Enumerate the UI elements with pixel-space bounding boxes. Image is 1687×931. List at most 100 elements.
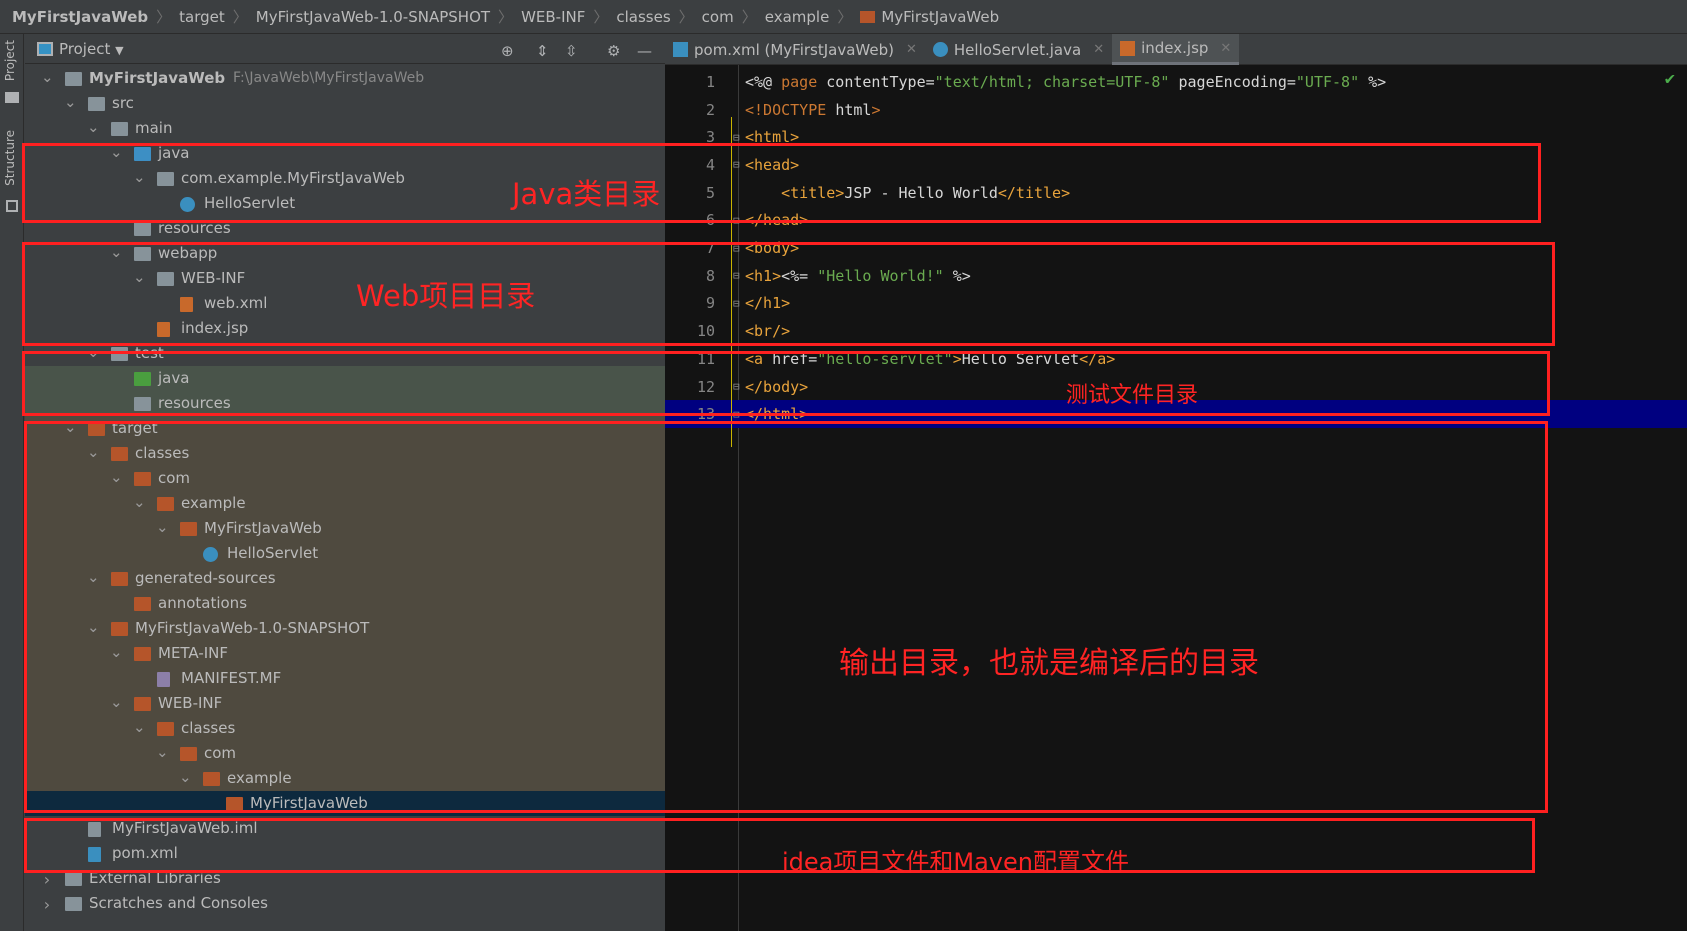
tree-item-folder[interactable]: ⌄ test [25,341,665,366]
structure-side-tab[interactable]: Structure [3,130,17,186]
tree-item-excluded-folder[interactable]: MyFirstJavaWeb [25,791,665,816]
chevron-down-icon[interactable]: ⌄ [156,743,169,761]
tree-item-jsp-file[interactable]: index.jsp [25,316,665,341]
chevron-down-icon[interactable]: ⌄ [156,518,169,536]
close-tab-icon[interactable]: ✕ [1093,42,1104,57]
chevron-down-icon[interactable]: ⌄ [64,418,77,436]
tree-item-excluded-folder[interactable]: ⌄ generated-sources [25,566,665,591]
code-line[interactable]: 2 <!DOCTYPE html> [665,96,1687,124]
tree-item-libraries[interactable]: › External Libraries [25,866,665,891]
fold-marker-icon[interactable]: ⊟ [733,214,740,227]
code-line[interactable]: 11 <a href="hello-servlet">Hello Servlet<… [665,345,1687,373]
chevron-down-icon[interactable]: ⌄ [87,118,100,136]
code-line[interactable]: 6 ⊟ </head> [665,207,1687,235]
chevron-down-icon[interactable]: ⌄ [87,568,100,586]
tree-item-excluded-folder[interactable]: ⌄ MyFirstJavaWeb [25,516,665,541]
breadcrumb-item[interactable]: classes [616,8,670,26]
minimize-icon[interactable]: — [637,42,652,60]
chevron-down-icon[interactable]: ⌄ [41,68,54,86]
tab-label: HelloServlet.java [953,40,1082,59]
code-line[interactable]: 10 <br/> [665,317,1687,345]
chevron-down-icon[interactable]: ⌄ [110,468,123,486]
code-line[interactable]: 1 <%@ page contentType="text/html; charse… [665,68,1687,96]
chevron-down-icon[interactable]: ⌄ [133,168,146,186]
fold-marker-icon[interactable]: ⊟ [733,408,740,421]
tree-item-folder[interactable]: ⌄ src [25,91,665,116]
tree-item-label: classes [135,444,190,462]
chevron-down-icon[interactable]: ⌄ [110,693,123,711]
fold-marker-icon[interactable]: ⊟ [733,269,740,282]
tree-item-test-resources-folder[interactable]: resources [25,391,665,416]
fold-marker-icon[interactable]: ⊟ [733,131,740,144]
tree-item-excluded-folder[interactable]: ⌄ WEB-INF [25,691,665,716]
fold-marker-icon[interactable]: ⊟ [733,158,740,171]
project-view-selector[interactable]: Project ▼ [59,40,124,58]
chevron-down-icon[interactable]: ⌄ [87,618,100,636]
breadcrumb-item[interactable]: MyFirstJavaWeb-1.0-SNAPSHOT [256,8,490,26]
tree-item-folder[interactable]: ⌄ WEB-INF [25,266,665,291]
collapse-all-icon[interactable]: ⇳ [565,42,578,60]
tree-item-maven-file[interactable]: pom.xml [25,841,665,866]
code-token: html [835,100,872,119]
breadcrumb-item[interactable]: MyFirstJavaWeb [12,8,148,26]
tree-item-excluded-folder[interactable]: ⌄ classes [25,716,665,741]
tree-item-excluded-folder[interactable]: ⌄ example [25,491,665,516]
tab-pom.xml[interactable]: pom.xml (MyFirstJavaWeb) ✕ [665,34,925,65]
locate-icon[interactable]: ⊕ [501,42,514,60]
close-tab-icon[interactable]: ✕ [1220,41,1231,56]
tree-item-excluded-folder[interactable]: annotations [25,591,665,616]
tree-item-excluded-folder[interactable]: ⌄ classes [25,441,665,466]
code-editor[interactable]: 1 <%@ page contentType="text/html; charse… [665,65,1687,931]
tree-item-test-folder[interactable]: java [25,366,665,391]
expand-all-icon[interactable]: ⇕ [536,42,549,60]
chevron-down-icon[interactable]: ⌄ [87,343,100,361]
code-line[interactable]: 4 ⊟ <head> [665,151,1687,179]
tree-item-excluded-folder[interactable]: ⌄ example [25,766,665,791]
fold-marker-icon[interactable]: ⊟ [733,380,740,393]
tree-item-class[interactable]: HelloServlet [25,541,665,566]
chevron-down-icon[interactable]: ⌄ [110,143,123,161]
code-line[interactable]: 5 <title>JSP - Hello World</title> [665,179,1687,207]
close-tab-icon[interactable]: ✕ [906,42,917,57]
tab-HelloServlet.java[interactable]: HelloServlet.java ✕ [925,34,1112,65]
tree-item-web-folder[interactable]: ⌄ webapp [25,241,665,266]
tree-item-module[interactable]: ⌄ MyFirstJavaWeb F:\JavaWeb\MyFirstJavaWeb [25,66,665,91]
tree-item-source-folder[interactable]: ⌄ java [25,141,665,166]
chevron-down-icon[interactable]: ⌄ [87,443,100,461]
fold-marker-icon[interactable]: ⊟ [733,242,740,255]
breadcrumb-item[interactable]: target [179,8,225,26]
tree-item-excluded-folder[interactable]: ⌄ com [25,741,665,766]
breadcrumb-item[interactable]: MyFirstJavaWeb [881,8,999,26]
chevron-right-icon[interactable]: › [41,870,53,889]
code-line[interactable]: 7 ⊟ <body> [665,234,1687,262]
chevron-down-icon[interactable]: ⌄ [133,718,146,736]
tree-item-excluded-folder[interactable]: ⌄ META-INF [25,641,665,666]
breadcrumb-item[interactable]: WEB-INF [521,8,585,26]
code-line[interactable]: 8 ⊟ <h1><%= "Hello World!" %> [665,262,1687,290]
code-line[interactable]: 3 ⊟ <html> [665,123,1687,151]
chevron-down-icon[interactable]: ⌄ [133,268,146,286]
chevron-down-icon[interactable]: ⌄ [179,768,192,786]
chevron-down-icon[interactable]: ⌄ [110,243,123,261]
breadcrumb-item[interactable]: example [765,8,830,26]
breadcrumb-item[interactable]: com [702,8,734,26]
tree-item-scratches[interactable]: › Scratches and Consoles [25,891,665,916]
tree-item-folder[interactable]: ⌄ main [25,116,665,141]
tree-item-iml-file[interactable]: MyFirstJavaWeb.iml [25,816,665,841]
code-line[interactable]: 9 ⊟ </h1> [665,290,1687,318]
tree-item-manifest-file[interactable]: MANIFEST.MF [25,666,665,691]
fold-marker-icon[interactable]: ⊟ [733,297,740,310]
chevron-down-icon[interactable]: ⌄ [64,93,77,111]
chevron-down-icon[interactable]: ⌄ [110,643,123,661]
gear-icon[interactable]: ⚙ [607,42,620,60]
tree-item-resources-folder[interactable]: resources [25,216,665,241]
tree-item-excluded-folder[interactable]: ⌄ MyFirstJavaWeb-1.0-SNAPSHOT [25,616,665,641]
tab-index.jsp[interactable]: index.jsp ✕ [1112,34,1240,65]
tree-item-xml-file[interactable]: web.xml [25,291,665,316]
chevron-right-icon[interactable]: › [41,895,53,914]
code-token: "hello-servlet" [817,349,953,368]
tree-item-excluded-folder[interactable]: ⌄ target [25,416,665,441]
chevron-down-icon[interactable]: ⌄ [133,493,146,511]
tree-item-excluded-folder[interactable]: ⌄ com [25,466,665,491]
project-side-tab[interactable]: Project [3,40,17,81]
